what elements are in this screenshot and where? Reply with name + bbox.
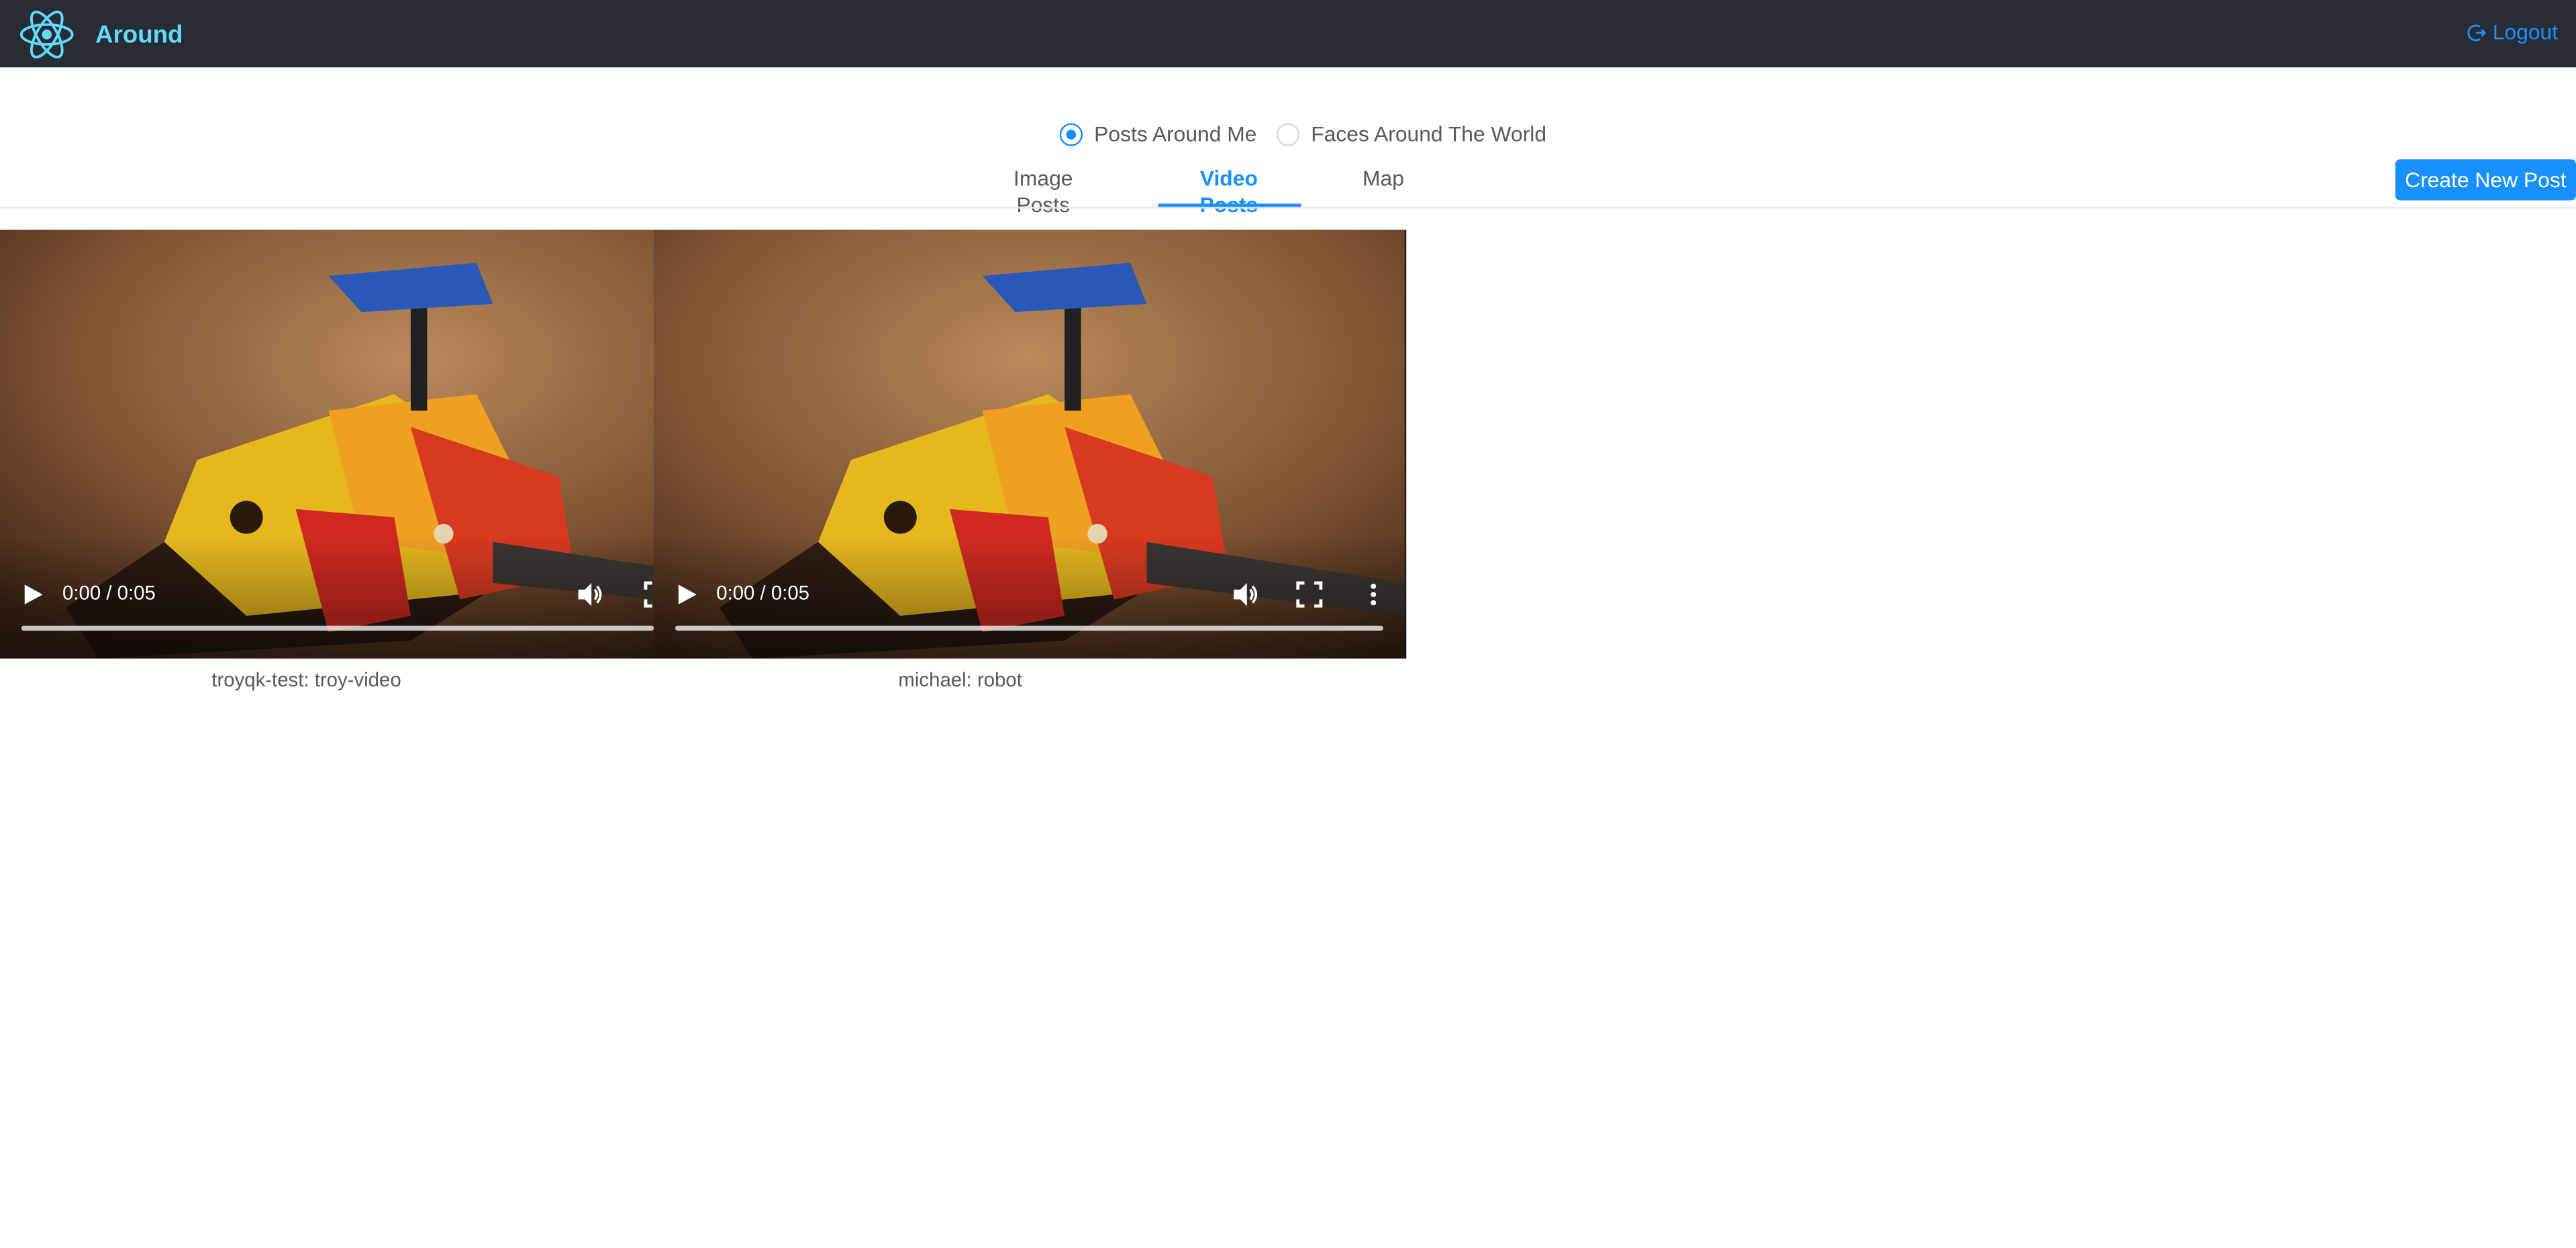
radio-faces-around-the-world[interactable]: Faces Around The World [1276,121,1547,146]
video-player-robot[interactable]: 0:00 / 0:05 [654,229,1407,659]
radio-label-faces-around-the-world: Faces Around The World [1311,121,1547,146]
tab-video-posts[interactable]: Video Posts [1168,166,1289,218]
radio-checked-icon [1059,122,1083,146]
radio-label-posts-around-me: Posts Around Me [1094,121,1257,146]
app-page: Around Logout Posts Around Me Faces Arou… [0,0,2576,1248]
radio-posts-around-me[interactable]: Posts Around Me [1059,121,1257,146]
post-scope-radio-group: Posts Around Me Faces Around The World [1059,121,1547,146]
play-icon[interactable] [675,583,698,606]
video-progress-track[interactable] [21,625,654,631]
video-progress-track[interactable] [675,625,1383,631]
video-player-troy-video[interactable]: 0:00 / 0:05 [0,229,654,659]
logout-arrow-icon [2468,24,2487,42]
video-time-display: 0:00 / 0:05 [716,581,810,605]
tab-image-posts[interactable]: Image Posts [992,166,1094,218]
app-title: Around [95,21,183,50]
more-options-icon[interactable] [1360,581,1387,607]
video-caption: troyqk-test: troy-video [211,668,401,692]
create-new-post-button[interactable]: Create New Post [2395,159,2576,201]
fullscreen-icon[interactable] [1296,581,1323,608]
logout-label: Logout [2492,19,2559,45]
react-atom-icon [19,10,74,59]
video-time-display: 0:00 / 0:05 [62,581,156,605]
app-header: Around Logout [0,0,2576,68]
volume-icon[interactable] [1232,581,1258,607]
volume-icon[interactable] [577,581,603,607]
video-caption: michael: robot [898,668,1022,692]
tabs-divider [0,207,2576,209]
tab-map[interactable]: Map [1357,166,1409,192]
play-icon[interactable] [21,583,44,606]
radio-unchecked-icon [1276,122,1300,146]
fullscreen-icon[interactable] [644,581,654,608]
logout-link[interactable]: Logout [2468,19,2558,46]
